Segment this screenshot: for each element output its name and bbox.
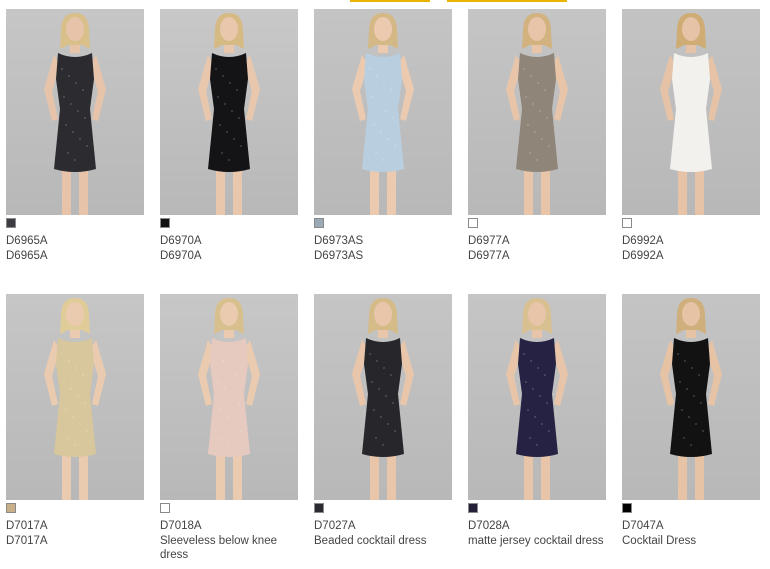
model-figure-icon — [198, 298, 260, 500]
product-photo[interactable] — [314, 9, 452, 215]
product-card[interactable]: D6992A D6992A — [622, 9, 760, 279]
product-photo[interactable] — [314, 294, 452, 500]
model-figure-icon — [506, 298, 568, 500]
model-figure-icon — [198, 13, 260, 215]
product-code[interactable]: D6977A — [468, 234, 606, 248]
product-code[interactable]: D7027A — [314, 519, 452, 533]
product-code[interactable]: D7028A — [468, 519, 606, 533]
product-name[interactable]: D6965A — [6, 249, 144, 263]
product-name[interactable]: matte jersey cocktail dress — [468, 534, 606, 548]
product-name[interactable]: Cocktail Dress — [622, 534, 760, 548]
product-card[interactable]: D7017A D7017A — [6, 294, 144, 564]
model-figure-icon — [44, 13, 106, 215]
product-card[interactable]: D6973AS D6973AS — [314, 9, 452, 279]
product-photo[interactable] — [622, 294, 760, 500]
product-grid: D6965A D6965A D6970A D6970A D6973AS D6973AS D6… — [0, 0, 770, 569]
model-figure-icon — [660, 298, 722, 500]
model-figure-icon — [352, 13, 414, 215]
product-photo[interactable] — [622, 9, 760, 215]
product-code[interactable]: D7047A — [622, 519, 760, 533]
product-code[interactable]: D6970A — [160, 234, 298, 248]
product-name[interactable]: D6970A — [160, 249, 298, 263]
color-swatch[interactable] — [468, 218, 478, 228]
product-photo[interactable] — [468, 9, 606, 215]
product-code[interactable]: D6992A — [622, 234, 760, 248]
model-figure-icon — [44, 298, 106, 500]
color-swatch[interactable] — [468, 503, 478, 513]
color-swatch[interactable] — [160, 503, 170, 513]
product-name[interactable]: Beaded cocktail dress — [314, 534, 452, 548]
product-photo[interactable] — [6, 9, 144, 215]
product-card[interactable]: D7018A Sleeveless below knee dress — [160, 294, 298, 564]
product-photo[interactable] — [160, 294, 298, 500]
color-swatch[interactable] — [314, 503, 324, 513]
product-code[interactable]: D7018A — [160, 519, 298, 533]
product-code[interactable]: D6965A — [6, 234, 144, 248]
product-card[interactable]: D6970A D6970A — [160, 9, 298, 279]
product-photo[interactable] — [160, 9, 298, 215]
color-swatch[interactable] — [6, 503, 16, 513]
product-card[interactable]: D7028A matte jersey cocktail dress — [468, 294, 606, 564]
product-code[interactable]: D7017A — [6, 519, 144, 533]
model-figure-icon — [352, 298, 414, 500]
product-name[interactable]: D6992A — [622, 249, 760, 263]
product-name[interactable]: D6973AS — [314, 249, 452, 263]
color-swatch[interactable] — [314, 218, 324, 228]
color-swatch[interactable] — [160, 218, 170, 228]
product-name[interactable]: Sleeveless below knee dress — [160, 534, 298, 562]
model-figure-icon — [660, 13, 722, 215]
product-card[interactable]: D6977A D6977A — [468, 9, 606, 279]
product-photo[interactable] — [6, 294, 144, 500]
product-photo[interactable] — [468, 294, 606, 500]
product-card[interactable]: D6965A D6965A — [6, 9, 144, 279]
product-card[interactable]: D7027A Beaded cocktail dress — [314, 294, 452, 564]
color-swatch[interactable] — [622, 218, 632, 228]
color-swatch[interactable] — [6, 218, 16, 228]
product-code[interactable]: D6973AS — [314, 234, 452, 248]
product-card[interactable]: D7047A Cocktail Dress — [622, 294, 760, 564]
color-swatch[interactable] — [622, 503, 632, 513]
product-name[interactable]: D6977A — [468, 249, 606, 263]
product-name[interactable]: D7017A — [6, 534, 144, 548]
model-figure-icon — [506, 13, 568, 215]
